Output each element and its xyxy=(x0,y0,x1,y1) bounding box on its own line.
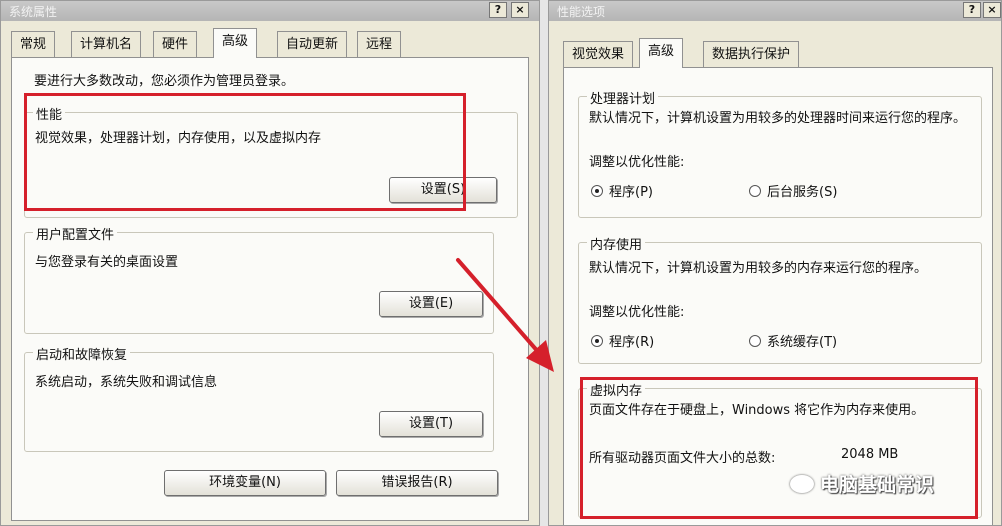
tab-hardware[interactable]: 硬件 xyxy=(153,31,198,57)
user-profiles-legend: 用户配置文件 xyxy=(33,224,118,243)
performance-options-window: 性能选项 ? × 视觉效果 高级 数据执行保护 处理器计划 默认情况下，计算机设… xyxy=(548,0,1002,526)
processor-background-radio[interactable]: 后台服务(S) xyxy=(749,181,837,200)
memory-desc: 默认情况下，计算机设置为用较多的内存来运行您的程序。 xyxy=(589,261,928,276)
user-profiles-desc: 与您登录有关的桌面设置 xyxy=(35,255,179,270)
advanced-panel: 处理器计划 默认情况下，计算机设置为用较多的处理器时间来运行您的程序。 调整以优… xyxy=(563,67,993,525)
processor-scheduling-group: 处理器计划 默认情况下，计算机设置为用较多的处理器时间来运行您的程序。 调整以优… xyxy=(578,88,982,218)
tab-remote[interactable]: 远程 xyxy=(357,31,402,57)
radio-label: 后台服务(S) xyxy=(767,185,838,200)
wechat-icon xyxy=(790,475,814,493)
startup-recovery-legend: 启动和故障恢复 xyxy=(33,344,131,363)
memory-adjust-label: 调整以优化性能: xyxy=(589,305,685,320)
radio-label: 程序(P) xyxy=(609,185,653,200)
red-arrow-icon xyxy=(456,258,554,372)
help-button[interactable]: ? xyxy=(489,2,507,18)
tab-computer-name[interactable]: 计算机名 xyxy=(71,31,142,57)
performance-settings-button[interactable]: 设置(S) xyxy=(389,177,497,203)
virtual-memory-legend: 虚拟内存 xyxy=(587,380,646,399)
processor-adjust-label: 调整以优化性能: xyxy=(589,155,685,170)
performance-group: 性能 视觉效果，处理器计划，内存使用，以及虚拟内存 设置(S) xyxy=(24,104,518,218)
memory-legend: 内存使用 xyxy=(587,234,646,253)
radio-label: 系统缓存(T) xyxy=(767,335,838,350)
radio-dot xyxy=(749,185,761,197)
performance-legend: 性能 xyxy=(33,104,66,123)
title-bar: 系统属性 ? × xyxy=(1,1,539,21)
processor-programs-radio[interactable]: 程序(P) xyxy=(591,181,653,200)
virtual-memory-desc: 页面文件存在于硬盘上，Windows 将它作为内存来使用。 xyxy=(589,403,925,418)
startup-recovery-group: 启动和故障恢复 系统启动，系统失败和调试信息 设置(T) xyxy=(24,344,494,452)
watermark: 电脑基础常识 xyxy=(790,470,990,500)
tab-auto-update[interactable]: 自动更新 xyxy=(277,31,348,57)
window-title: 系统属性 xyxy=(9,5,58,19)
admin-notice: 要进行大多数改动，您必须作为管理员登录。 xyxy=(34,74,295,89)
watermark-text: 电脑基础常识 xyxy=(820,474,935,496)
processor-desc: 默认情况下，计算机设置为用较多的处理器时间来运行您的程序。 xyxy=(589,111,967,126)
tab-general[interactable]: 常规 xyxy=(11,31,56,57)
startup-recovery-desc: 系统启动，系统失败和调试信息 xyxy=(35,375,218,390)
window-title: 性能选项 xyxy=(557,5,606,19)
radio-dot xyxy=(749,335,761,347)
help-button[interactable]: ? xyxy=(963,2,981,18)
performance-desc: 视觉效果，处理器计划，内存使用，以及虚拟内存 xyxy=(35,131,322,146)
tab-advanced[interactable]: 高级 xyxy=(213,28,258,58)
tab-advanced[interactable]: 高级 xyxy=(639,38,684,68)
radio-dot xyxy=(591,185,603,197)
radio-dot xyxy=(591,335,603,347)
close-button[interactable]: × xyxy=(511,2,529,18)
pagefile-total-label: 所有驱动器页面文件大小的总数: xyxy=(589,451,776,466)
memory-usage-group: 内存使用 默认情况下，计算机设置为用较多的内存来运行您的程序。 调整以优化性能:… xyxy=(578,234,982,364)
processor-legend: 处理器计划 xyxy=(587,88,659,107)
environment-variables-button[interactable]: 环境变量(N) xyxy=(164,470,326,496)
pagefile-total-value: 2048 MB xyxy=(841,447,899,462)
error-reporting-button[interactable]: 错误报告(R) xyxy=(336,470,498,496)
close-button[interactable]: × xyxy=(983,2,1001,18)
startup-recovery-settings-button[interactable]: 设置(T) xyxy=(379,411,483,437)
memory-programs-radio[interactable]: 程序(R) xyxy=(591,331,654,350)
tab-dep[interactable]: 数据执行保护 xyxy=(703,41,800,67)
memory-cache-radio[interactable]: 系统缓存(T) xyxy=(749,331,837,350)
tab-visual-effects[interactable]: 视觉效果 xyxy=(563,41,634,67)
title-bar: 性能选项 ? × xyxy=(549,1,1001,21)
radio-label: 程序(R) xyxy=(609,335,655,350)
user-profiles-group: 用户配置文件 与您登录有关的桌面设置 设置(E) xyxy=(24,224,494,334)
